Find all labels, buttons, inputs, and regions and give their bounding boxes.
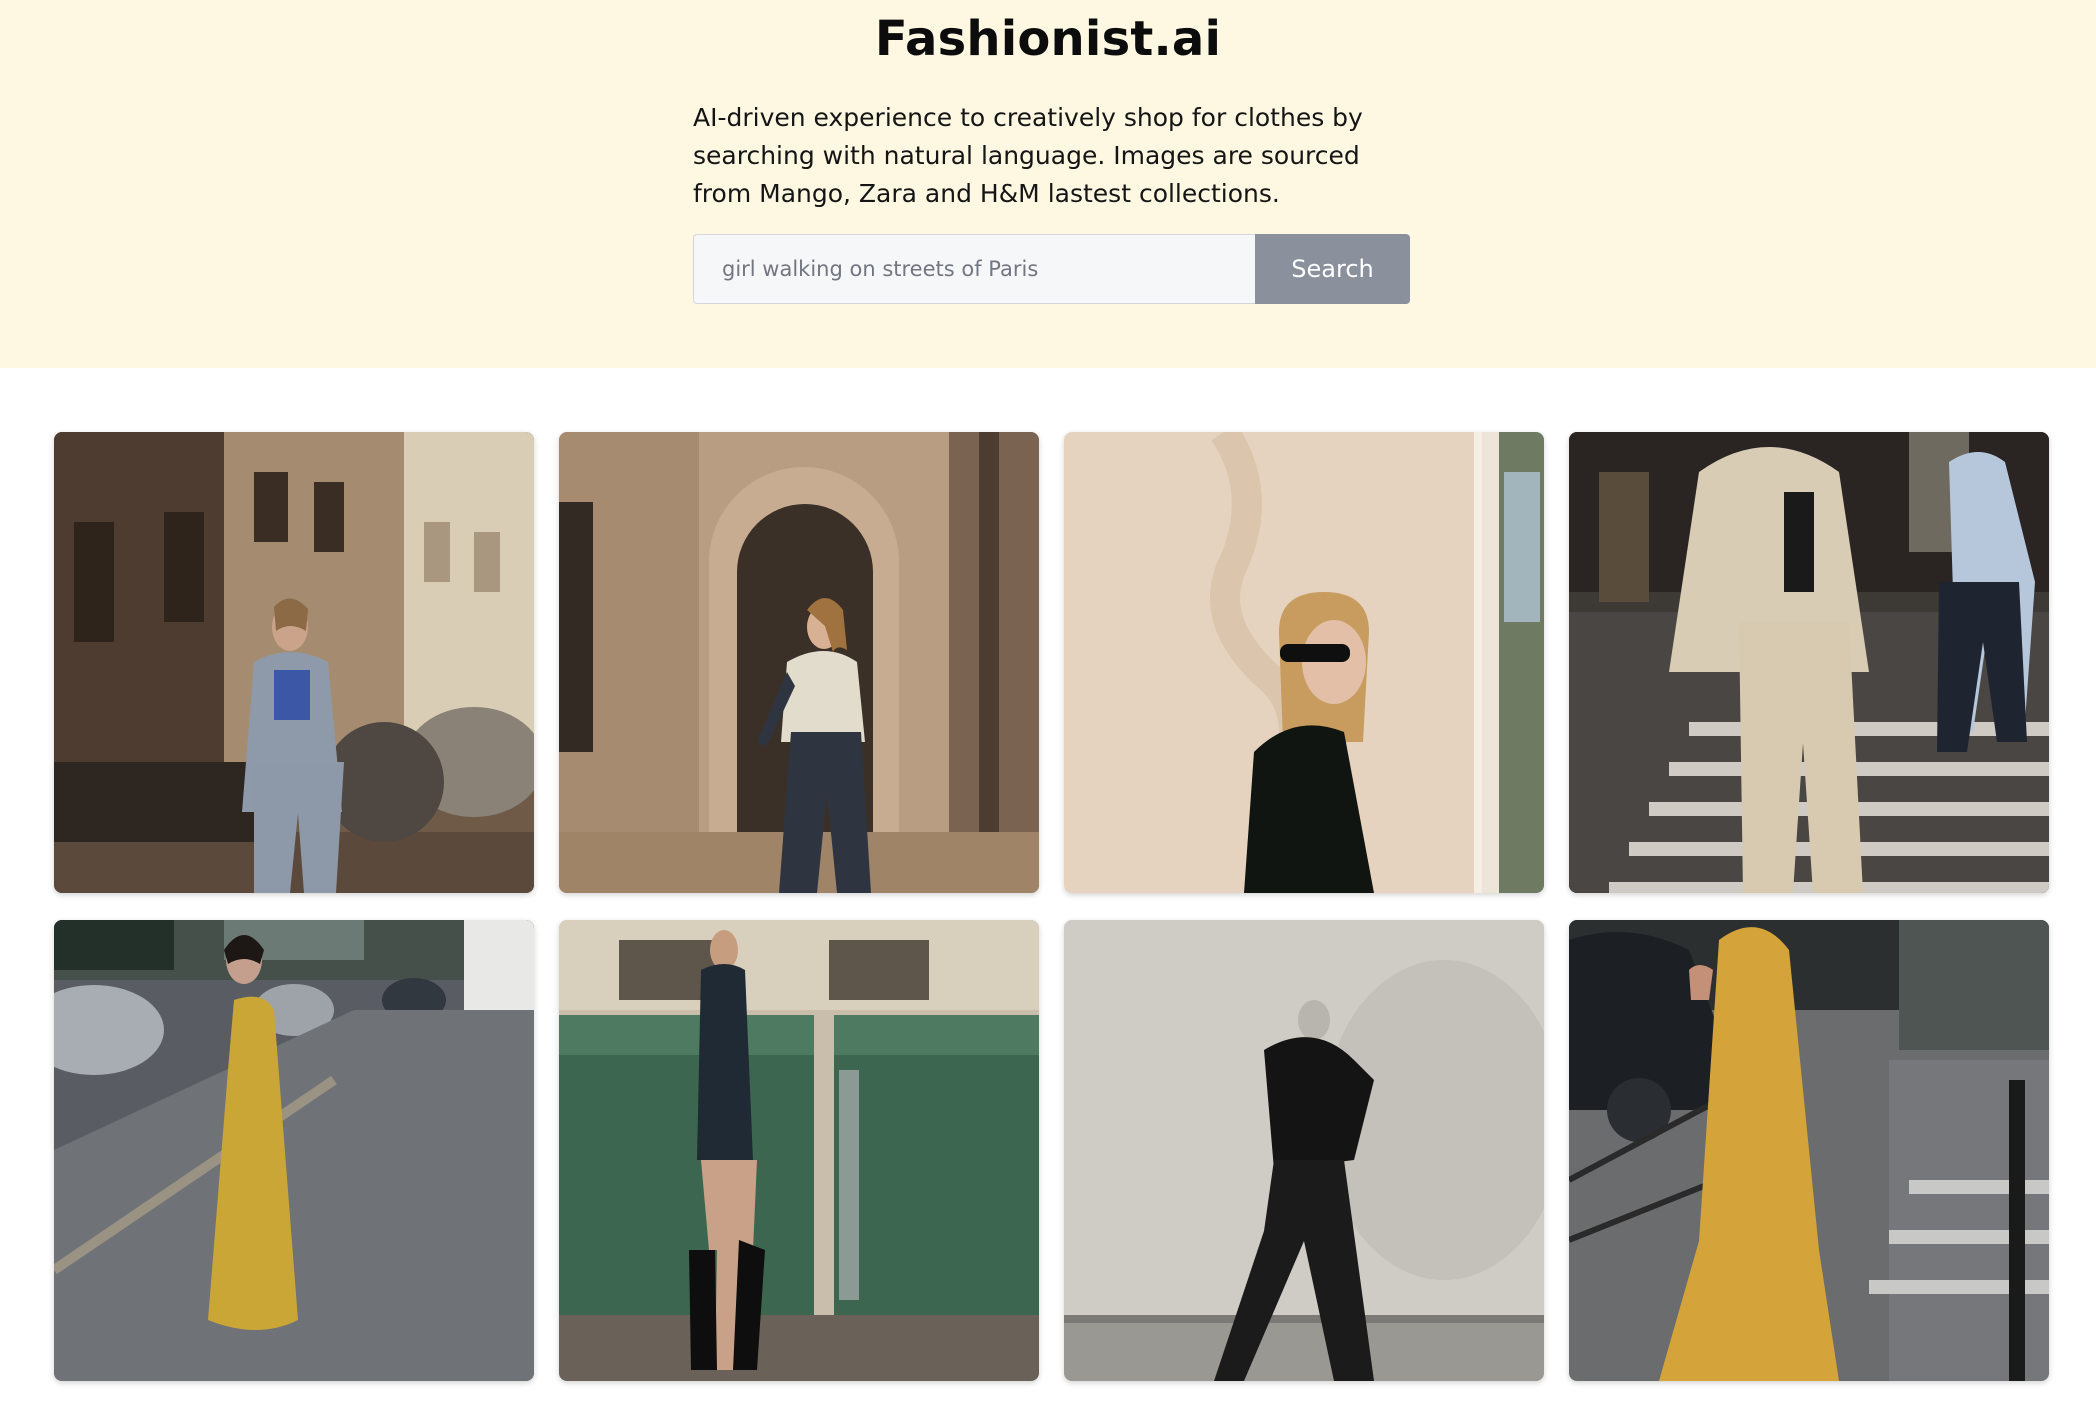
result-image-2 xyxy=(559,432,1039,893)
result-image-3 xyxy=(1064,432,1544,893)
search-form: Search xyxy=(693,234,1410,304)
result-image-6 xyxy=(559,920,1039,1381)
app-title: Fashionist.ai xyxy=(874,11,1222,67)
result-image-8 xyxy=(1569,920,2049,1381)
result-card-4[interactable] xyxy=(1569,432,2049,893)
hero-header: Fashionist.ai AI-driven experience to cr… xyxy=(0,0,2096,368)
result-card-8[interactable] xyxy=(1569,920,2049,1381)
search-input[interactable] xyxy=(693,234,1255,304)
search-button[interactable]: Search xyxy=(1255,234,1410,304)
result-card-2[interactable] xyxy=(559,432,1039,893)
result-card-1[interactable] xyxy=(54,432,534,893)
app-description: AI-driven experience to creatively shop … xyxy=(693,103,1363,208)
result-image-4 xyxy=(1569,432,2049,893)
result-image-7 xyxy=(1064,920,1544,1381)
result-card-7[interactable] xyxy=(1064,920,1544,1381)
result-card-5[interactable] xyxy=(54,920,534,1381)
result-image-5 xyxy=(54,920,534,1381)
result-card-6[interactable] xyxy=(559,920,1039,1381)
results-grid xyxy=(54,432,2050,1381)
result-image-1 xyxy=(54,432,534,893)
result-card-3[interactable] xyxy=(1064,432,1544,893)
